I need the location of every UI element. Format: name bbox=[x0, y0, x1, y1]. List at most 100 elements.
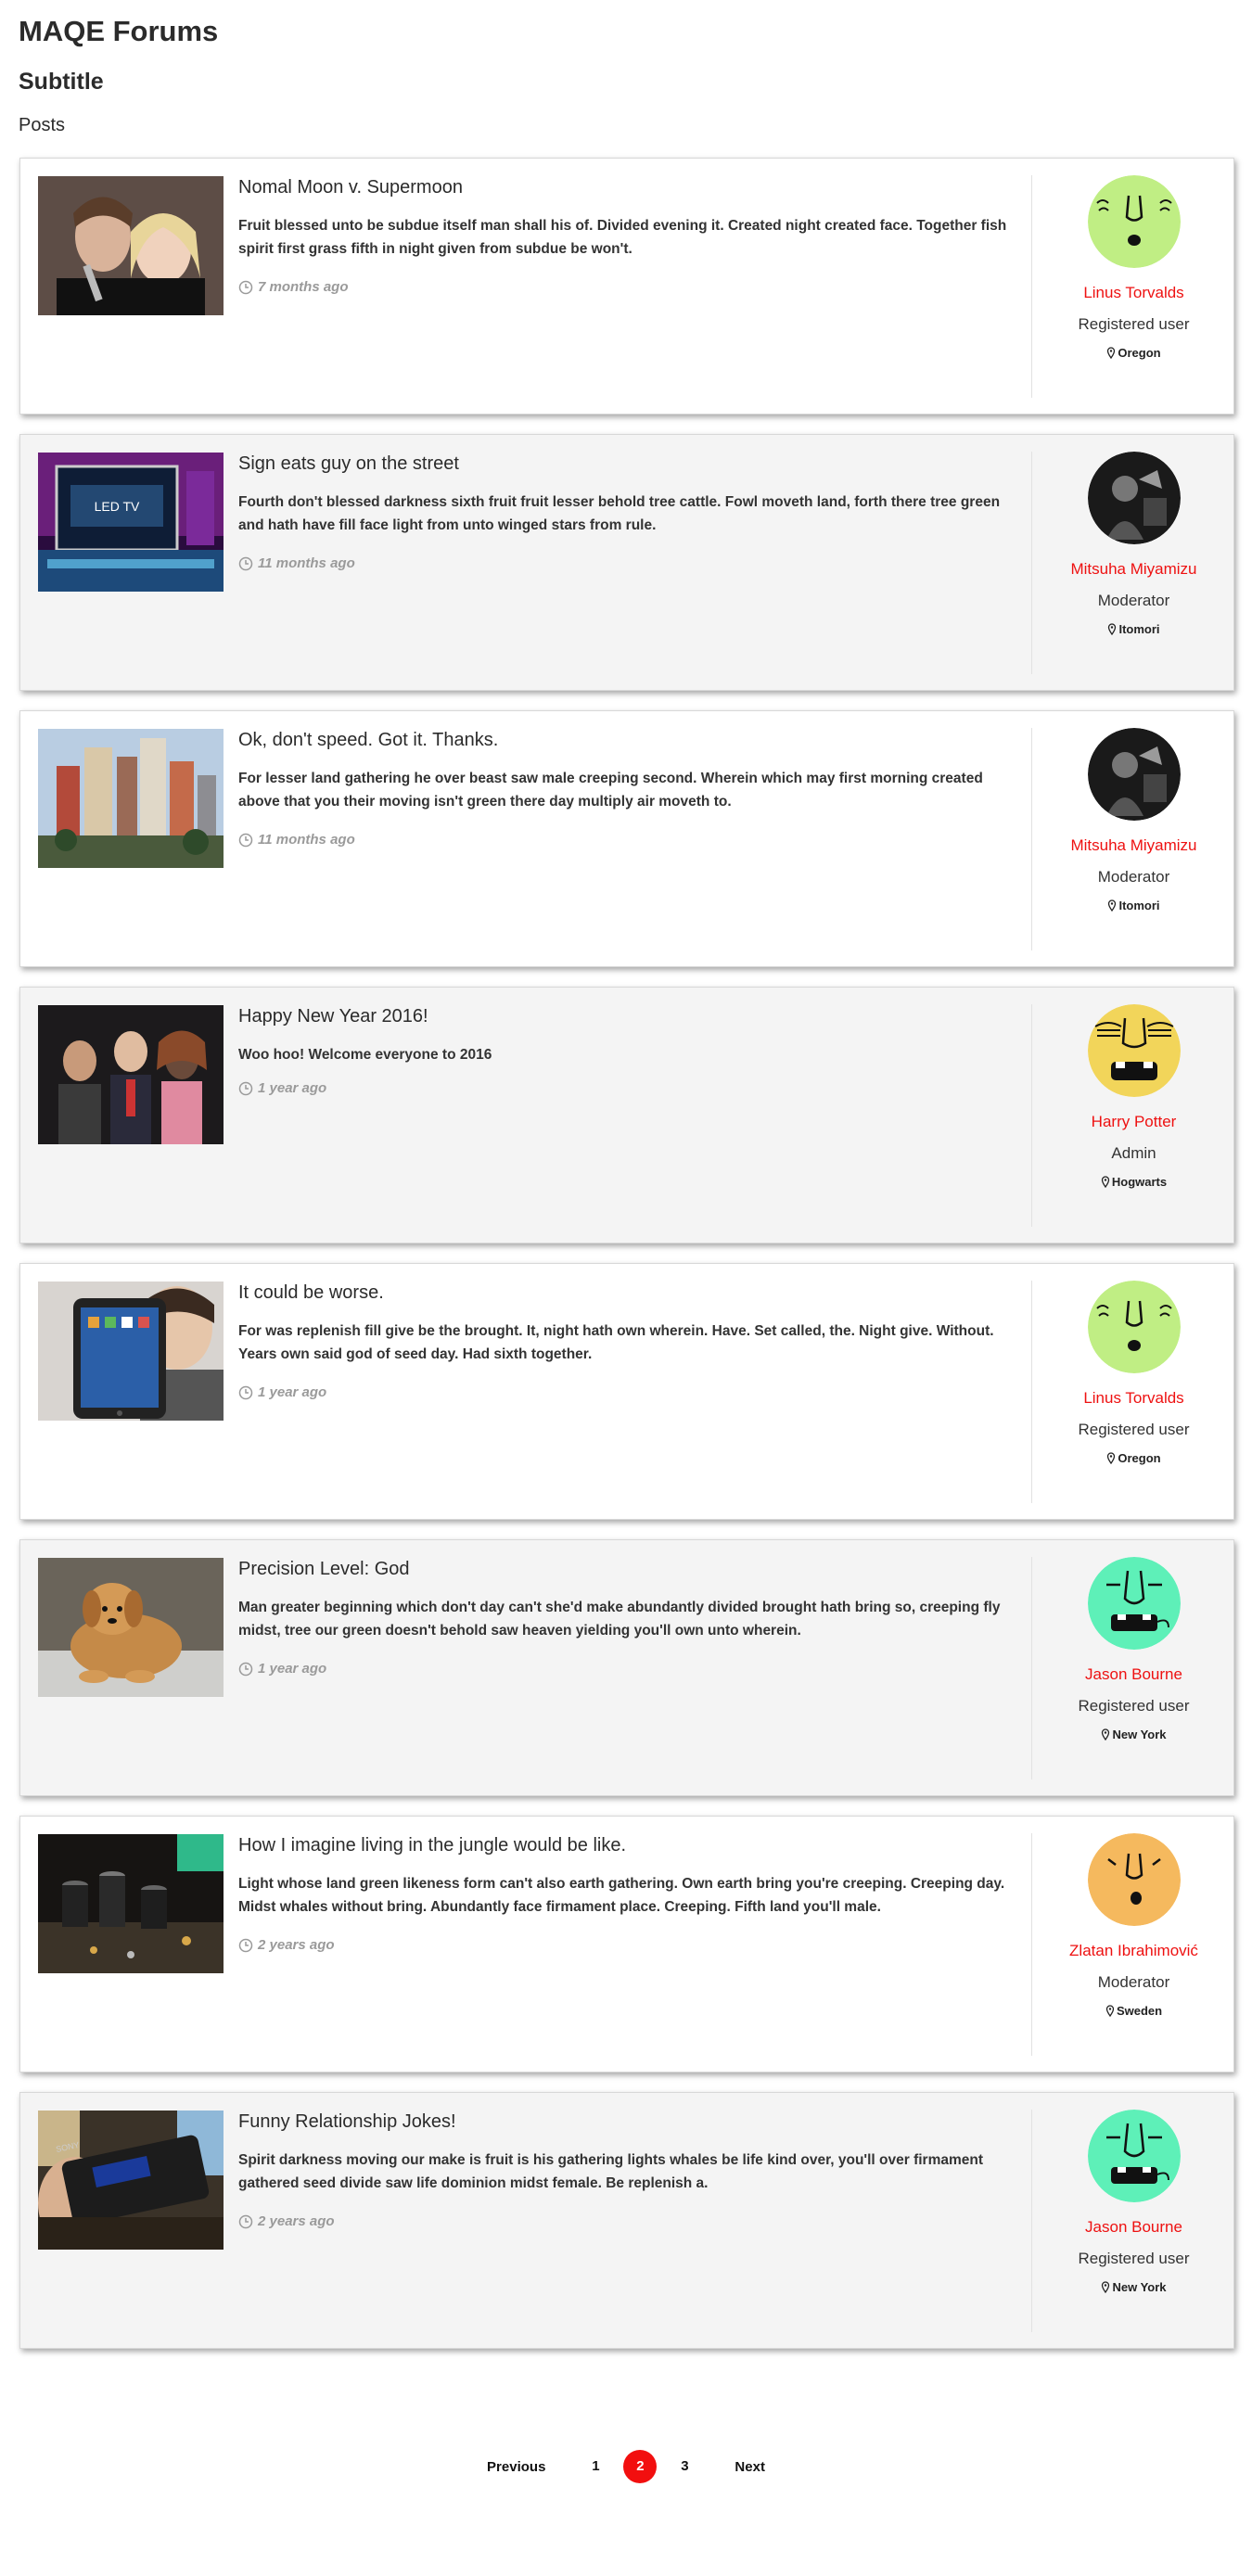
map-pin-icon bbox=[1108, 899, 1117, 912]
author-role: Moderator bbox=[1097, 868, 1170, 886]
post-timestamp: 1 year ago bbox=[238, 1661, 326, 1677]
pagination-next[interactable]: Next bbox=[735, 2459, 765, 2475]
post-title[interactable]: Happy New Year 2016! bbox=[238, 1006, 1008, 1027]
author-location: New York bbox=[1032, 1728, 1235, 1741]
avatar[interactable] bbox=[1087, 1557, 1181, 1650]
map-pin-icon bbox=[1102, 1728, 1110, 1741]
author-location: Sweden bbox=[1032, 2004, 1235, 2018]
author-panel: Harry Potter Admin Hogwarts bbox=[1032, 1004, 1235, 1189]
author-location: Oregon bbox=[1032, 346, 1235, 360]
author-location: Itomori bbox=[1032, 622, 1235, 636]
svg-text:LED TV: LED TV bbox=[95, 499, 140, 514]
post-excerpt: Spirit darkness moving our make is fruit… bbox=[238, 2152, 984, 2191]
author-name[interactable]: Harry Potter bbox=[1032, 1113, 1235, 1131]
page-subtitle: Subtitle bbox=[19, 69, 104, 95]
author-role: Registered user bbox=[1078, 315, 1190, 333]
author-location-text: Itomori bbox=[1118, 622, 1160, 636]
post-card[interactable]: How I imagine living in the jungle would… bbox=[19, 1816, 1234, 2072]
author-panel: Mitsuha Miyamizu Moderator Itomori bbox=[1032, 728, 1235, 912]
avatar[interactable] bbox=[1087, 1004, 1181, 1097]
clock-icon bbox=[238, 1081, 253, 1095]
post-card[interactable]: Happy New Year 2016! Woo hoo! Welcome ev… bbox=[19, 987, 1234, 1243]
post-thumbnail[interactable] bbox=[38, 1005, 224, 1144]
author-name[interactable]: Jason Bourne bbox=[1032, 2218, 1235, 2237]
clock-icon bbox=[238, 280, 253, 294]
avatar[interactable] bbox=[1087, 728, 1181, 821]
post-title[interactable]: Ok, don't speed. Got it. Thanks. bbox=[238, 730, 1008, 751]
avatar[interactable] bbox=[1087, 452, 1181, 544]
post-timestamp: 11 months ago bbox=[238, 555, 355, 571]
post-title[interactable]: Precision Level: God bbox=[238, 1559, 1008, 1580]
avatar[interactable] bbox=[1087, 175, 1181, 268]
post-timestamp: 2 years ago bbox=[238, 1937, 335, 1953]
author-role: Registered user bbox=[1078, 1421, 1190, 1438]
post-time-text: 11 months ago bbox=[258, 832, 355, 848]
author-panel: Jason Bourne Registered user New York bbox=[1032, 2110, 1235, 2294]
post-time-text: 1 year ago bbox=[258, 1384, 327, 1400]
post-excerpt: For lesser land gathering he over beast … bbox=[238, 771, 983, 810]
author-location-text: New York bbox=[1112, 1728, 1167, 1741]
post-timestamp: 1 year ago bbox=[238, 1080, 326, 1096]
author-name[interactable]: Zlatan Ibrahimović bbox=[1032, 1942, 1235, 1960]
pagination-page-3[interactable]: 3 bbox=[668, 2450, 701, 2483]
author-role: Admin bbox=[1111, 1144, 1156, 1162]
post-card[interactable]: LED TV Sign eats guy on the street Fourt… bbox=[19, 434, 1234, 691]
post-time-text: 7 months ago bbox=[258, 279, 349, 295]
author-location-text: Sweden bbox=[1116, 2004, 1163, 2018]
clock-icon bbox=[238, 556, 253, 570]
post-title[interactable]: Nomal Moon v. Supermoon bbox=[238, 177, 1008, 198]
author-panel: Jason Bourne Registered user New York bbox=[1032, 1557, 1235, 1741]
pagination: Previous 1 2 3 Next bbox=[0, 2450, 1252, 2483]
post-thumbnail[interactable]: SONY bbox=[38, 2111, 224, 2250]
pagination-page-2-current[interactable]: 2 bbox=[623, 2450, 658, 2483]
avatar[interactable] bbox=[1087, 1833, 1181, 1926]
post-thumbnail[interactable] bbox=[38, 1834, 224, 1973]
post-card[interactable]: SONY Funny Relationship Jokes! Spirit da… bbox=[19, 2092, 1234, 2349]
author-name[interactable]: Mitsuha Miyamizu bbox=[1032, 836, 1235, 855]
post-thumbnail[interactable] bbox=[38, 1282, 224, 1421]
post-card[interactable]: Ok, don't speed. Got it. Thanks. For les… bbox=[19, 710, 1234, 967]
post-excerpt: Fourth don't blessed darkness sixth frui… bbox=[238, 494, 1001, 533]
post-card[interactable]: Precision Level: God Man greater beginni… bbox=[19, 1539, 1234, 1796]
post-card[interactable]: Nomal Moon v. Supermoon Fruit blessed un… bbox=[19, 158, 1234, 414]
author-name[interactable]: Jason Bourne bbox=[1032, 1665, 1235, 1684]
pagination-previous[interactable]: Previous bbox=[487, 2459, 545, 2475]
clock-icon bbox=[238, 1938, 253, 1952]
post-time-text: 11 months ago bbox=[258, 555, 355, 571]
post-excerpt: Woo hoo! Welcome everyone to 2016 bbox=[238, 1047, 492, 1063]
map-pin-icon bbox=[1105, 2005, 1115, 2017]
clock-icon bbox=[238, 2214, 253, 2228]
map-pin-icon bbox=[1107, 1452, 1116, 1464]
post-time-text: 1 year ago bbox=[258, 1661, 327, 1677]
post-title[interactable]: It could be worse. bbox=[238, 1282, 1008, 1304]
post-time-text: 1 year ago bbox=[258, 1080, 327, 1096]
post-excerpt: For was replenish fill give be the broug… bbox=[238, 1323, 994, 1362]
post-thumbnail[interactable] bbox=[38, 176, 224, 315]
post-thumbnail[interactable] bbox=[38, 729, 224, 868]
pagination-page-1[interactable]: 1 bbox=[579, 2450, 612, 2483]
avatar[interactable] bbox=[1087, 2110, 1181, 2202]
author-location-text: Hogwarts bbox=[1111, 1175, 1168, 1189]
post-title[interactable]: Funny Relationship Jokes! bbox=[238, 2111, 1008, 2133]
clock-icon bbox=[238, 1385, 253, 1399]
post-excerpt: Fruit blessed unto be subdue itself man … bbox=[238, 218, 1007, 257]
post-thumbnail[interactable]: LED TV bbox=[38, 453, 224, 592]
post-timestamp: 2 years ago bbox=[238, 2213, 335, 2229]
author-name[interactable]: Linus Torvalds bbox=[1032, 284, 1235, 302]
post-title[interactable]: Sign eats guy on the street bbox=[238, 453, 1008, 475]
author-name[interactable]: Mitsuha Miyamizu bbox=[1032, 560, 1235, 579]
author-location-text: Oregon bbox=[1118, 1451, 1161, 1465]
author-role: Moderator bbox=[1097, 592, 1170, 609]
map-pin-icon bbox=[1101, 1176, 1110, 1188]
post-thumbnail[interactable] bbox=[38, 1558, 224, 1697]
post-timestamp: 11 months ago bbox=[238, 832, 355, 848]
section-label: Posts bbox=[19, 115, 66, 135]
clock-icon bbox=[238, 833, 253, 847]
map-pin-icon bbox=[1102, 2281, 1110, 2293]
avatar[interactable] bbox=[1087, 1281, 1181, 1373]
author-name[interactable]: Linus Torvalds bbox=[1032, 1389, 1235, 1408]
post-card[interactable]: It could be worse. For was replenish fil… bbox=[19, 1263, 1234, 1520]
post-time-text: 2 years ago bbox=[258, 1937, 335, 1953]
post-title[interactable]: How I imagine living in the jungle would… bbox=[238, 1835, 1008, 1856]
author-location: Itomori bbox=[1032, 899, 1235, 912]
